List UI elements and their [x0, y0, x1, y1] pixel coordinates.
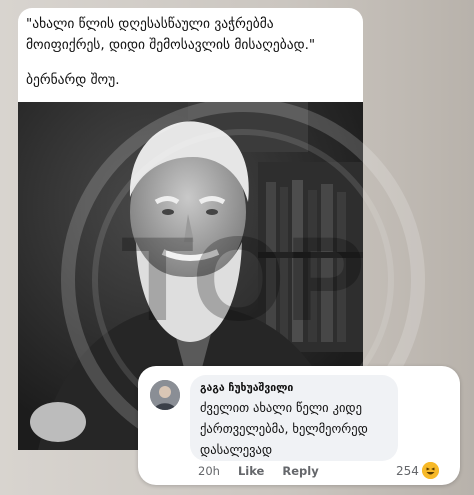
quote-line-2: მოიფიქრეს, დიდი შემოსავლის მისაღებად."	[26, 37, 316, 53]
quote-line-1: "ახალი წლის დღესასწაული ვაჭრებმა	[26, 16, 274, 32]
haha-emoji-icon	[421, 462, 439, 479]
comment-text: ძველით ახალი წელი კიდე ქართველებმა, ხელმ…	[200, 397, 396, 460]
comment-line-2: ქართველებმა, ხელმეორედ	[200, 421, 368, 436]
quote-author: ბერნარდ შოუ.	[26, 72, 120, 88]
commenter-name[interactable]: გაგა ჩუხუაშვილი	[200, 382, 293, 394]
avatar[interactable]	[150, 380, 180, 410]
comment-time[interactable]: 20h	[198, 464, 220, 478]
avatar-icon	[150, 380, 180, 410]
like-button[interactable]: Like	[238, 464, 264, 478]
quote-text: "ახალი წლის დღესასწაული ვაჭრებმა მოიფიქრ…	[26, 14, 356, 56]
comment-line-1: ძველით ახალი წელი კიდე	[200, 400, 363, 415]
reaction-count: 254	[396, 463, 419, 478]
comment-line-3: დასალევად	[200, 442, 273, 457]
comment-bubble: გაგა ჩუხუაშვილი ძველით ახალი წელი კიდე ქ…	[190, 375, 398, 461]
reaction-summary[interactable]: 254	[396, 462, 439, 479]
comment-actions: 20h Like Reply	[198, 464, 333, 478]
reply-button[interactable]: Reply	[282, 464, 318, 478]
comment-card: გაგა ჩუხუაშვილი ძველით ახალი წელი კიდე ქ…	[138, 366, 460, 485]
